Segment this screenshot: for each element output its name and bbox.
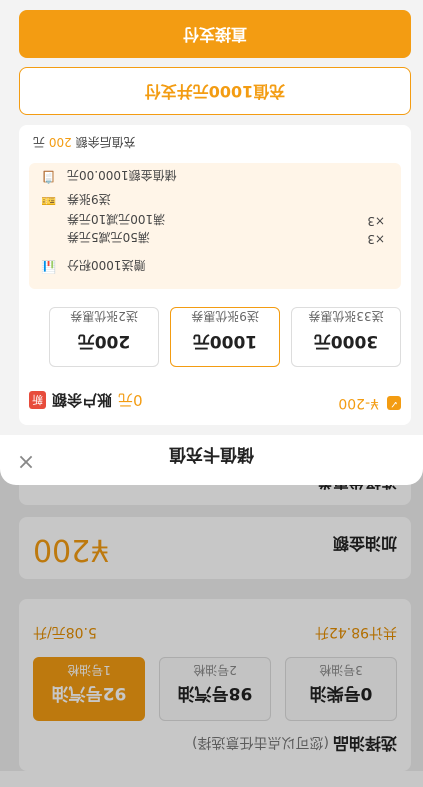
checkbox-icon[interactable]: ✓: [387, 396, 401, 410]
option-value: 1000元: [192, 331, 258, 351]
direct-pay-button[interactable]: 直接支付: [19, 10, 411, 58]
benefit-text: 满50元减5元券: [67, 230, 150, 244]
ticket-icon: 🎫: [41, 194, 56, 208]
total-suffix: 元: [33, 135, 46, 149]
recharge-card: ✓ ¥-200 0元 账户余额 新 3000元 送33张优惠券 1000元 送9…: [19, 125, 411, 425]
total-prefix: 充值后余额: [75, 135, 136, 149]
benefit-text: 送9张券: [67, 192, 111, 206]
option-value: 3000元: [313, 331, 379, 351]
benefit-qty: ×3: [367, 232, 385, 246]
balance-value: 0元: [118, 391, 143, 409]
account-balance: 0元 账户余额 新: [29, 390, 143, 411]
recharge-option-1000[interactable]: 1000元 送9张优惠券: [170, 307, 280, 367]
recharge-and-pay-button[interactable]: 充值1000元并支付: [19, 67, 411, 115]
pay-amount[interactable]: ✓ ¥-200: [338, 395, 401, 411]
recharge-options: 3000元 送33张优惠券 1000元 送9张优惠券 200元 送2张优惠券: [29, 307, 401, 367]
wallet-icon: 📋: [41, 170, 56, 184]
new-badge: 新: [29, 391, 46, 410]
recharge-sheet: 储值卡充值 × ✓ ¥-200 0元 账户余额 新 3000元 送33张优惠券: [0, 0, 423, 485]
points-icon: 📊: [41, 260, 56, 274]
benefit-text: 储值金额1000.00元: [67, 168, 177, 182]
sheet-title: 储值卡充值: [169, 444, 254, 464]
benefit-points: 📊 赠送1000积分: [29, 257, 401, 275]
benefit-coupon-10: 满100元减10元券 ×3: [29, 211, 401, 229]
sheet-header: 储值卡充值 ×: [0, 435, 423, 485]
recharge-option-3000[interactable]: 3000元 送33张优惠券: [291, 307, 401, 367]
close-icon[interactable]: ×: [14, 449, 38, 474]
option-desc: 送33张优惠券: [308, 309, 384, 323]
pay-amount-value: ¥-200: [338, 395, 379, 411]
benefit-qty: ×3: [367, 214, 385, 228]
balance-label: 账户余额: [52, 391, 113, 409]
benefit-coupon-5: 满50元减5元券 ×3: [29, 229, 401, 247]
total-value: 200: [48, 135, 72, 149]
benefit-text: 满100元减10元券: [67, 212, 166, 226]
option-desc: 送9张优惠券: [191, 309, 259, 323]
benefit-stored-value: 📋 储值金额1000.00元: [29, 167, 401, 185]
benefit-text: 赠送1000积分: [67, 258, 146, 272]
recharge-option-200[interactable]: 200元 送2张优惠券: [49, 307, 159, 367]
option-desc: 送2张优惠券: [70, 309, 138, 323]
benefit-coupons: 🎫 送9张券: [29, 191, 401, 209]
balance-after-recharge: 充值后余额 200 元: [33, 134, 411, 151]
option-value: 200元: [77, 331, 131, 351]
pay-row: ✓ ¥-200 0元 账户余额 新: [29, 387, 401, 411]
benefit-details: 📊 赠送1000积分 满50元减5元券 ×3 满100元减10元券 ×3 🎫 送…: [29, 163, 401, 289]
screen: 选择油品(您可以点击任意选择) 0号柴油 3号油枪 98号汽油 2号油枪 92号…: [0, 0, 423, 787]
